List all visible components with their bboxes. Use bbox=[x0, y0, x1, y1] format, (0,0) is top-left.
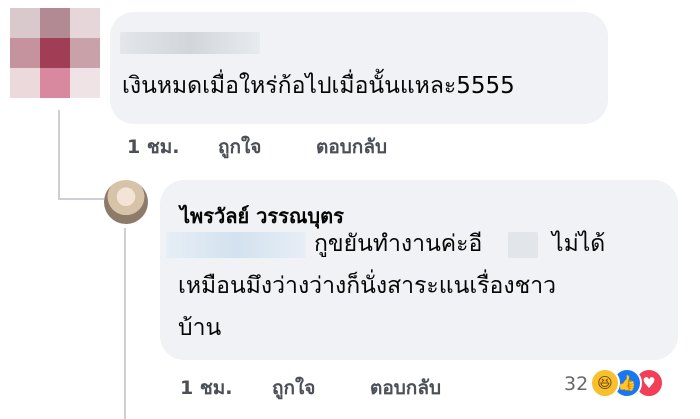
reactions[interactable]: 😆 👍 ♥ bbox=[590, 368, 680, 398]
avatar-pixel bbox=[70, 38, 100, 68]
avatar[interactable] bbox=[10, 8, 100, 98]
like-button[interactable]: ถูกใจ bbox=[218, 132, 261, 162]
reply-text-line1-end: ไม่ได้ bbox=[552, 231, 606, 257]
reply-text-line3: บ้าน bbox=[178, 315, 222, 341]
thread-line-horizontal bbox=[58, 198, 104, 200]
thread-line-vertical bbox=[58, 110, 60, 200]
reaction-count[interactable]: 32 bbox=[564, 373, 588, 395]
reply-time[interactable]: 1 ชม. bbox=[180, 373, 232, 403]
author-name-redacted[interactable] bbox=[120, 32, 260, 54]
comment-bubble: เงินหมดเมื่อใหร่ก้อไปเมื่อนั้นแหละ5555 bbox=[110, 12, 608, 124]
avatar-pixel bbox=[40, 68, 70, 98]
avatar-pixel bbox=[40, 8, 70, 38]
avatar-pixel bbox=[40, 38, 70, 68]
comment-time[interactable]: 1 ชม. bbox=[127, 132, 179, 162]
reply-text-line1: กูขยันทำงานค่ะอี bbox=[314, 231, 483, 257]
word-redacted bbox=[508, 232, 538, 258]
reply-bubble: ไพรวัลย์ วรรณบุตร กูขยันทำงานค่ะอี ไม่ได… bbox=[160, 180, 678, 360]
avatar-pixel bbox=[70, 68, 100, 98]
avatar-pixel bbox=[70, 8, 100, 38]
reply-text-line2: เหมือนมึงว่างว่างก็นั่งสาระแนเรื่องชาว bbox=[178, 273, 557, 299]
avatar[interactable] bbox=[104, 180, 148, 224]
reply-reply-button[interactable]: ตอบกลับ bbox=[370, 373, 441, 403]
avatar-pixel bbox=[10, 68, 40, 98]
comment-text: เงินหมดเมื่อใหร่ก้อไปเมื่อนั้นแหละ5555 bbox=[122, 73, 515, 99]
haha-icon: 😆 bbox=[590, 368, 620, 398]
reply-button[interactable]: ตอบกลับ bbox=[316, 132, 387, 162]
thread-line-reply bbox=[124, 228, 126, 419]
avatar-pixel bbox=[10, 38, 40, 68]
reply-like-button[interactable]: ถูกใจ bbox=[272, 373, 315, 403]
mention-redacted[interactable] bbox=[166, 232, 306, 258]
avatar-pixel bbox=[10, 8, 40, 38]
